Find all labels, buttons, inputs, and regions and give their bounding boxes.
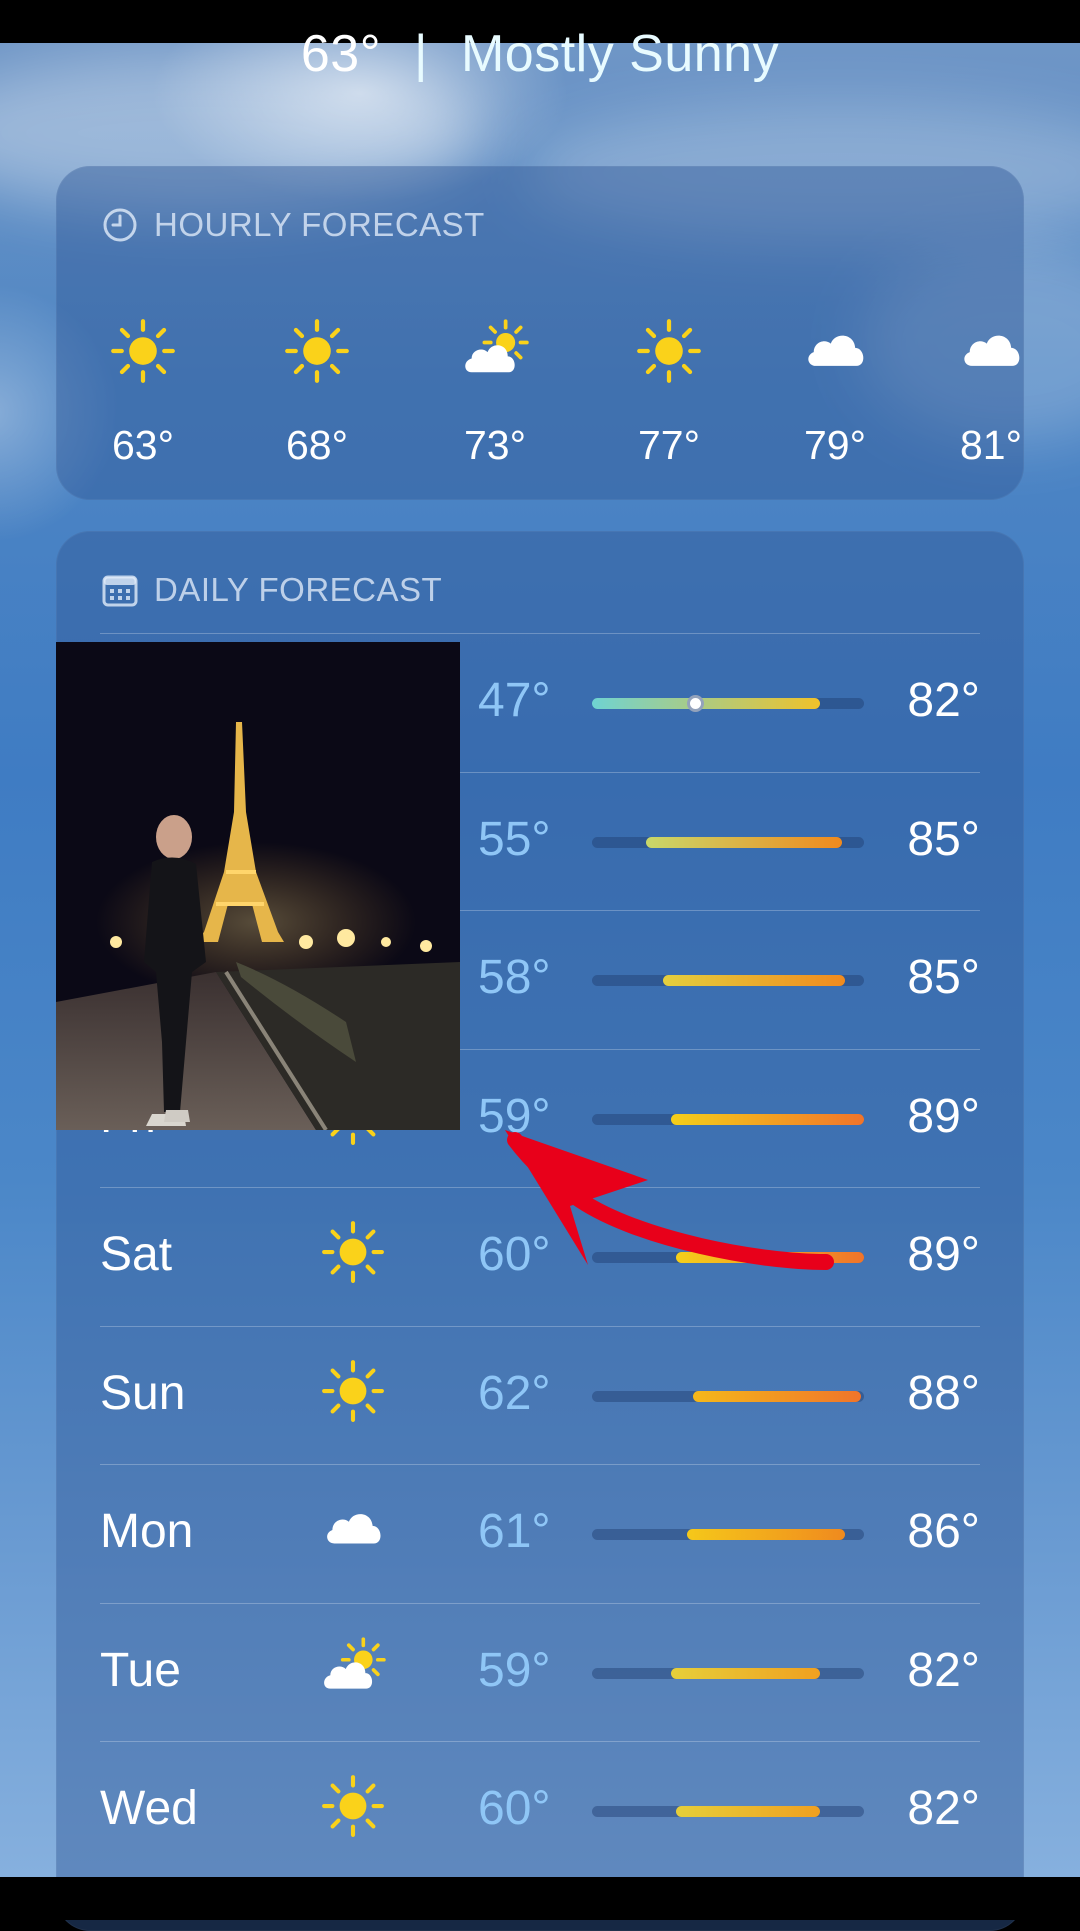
- bottom-black-bar: [0, 1877, 1080, 1920]
- red-arrow-annotation: [505, 1130, 834, 1270]
